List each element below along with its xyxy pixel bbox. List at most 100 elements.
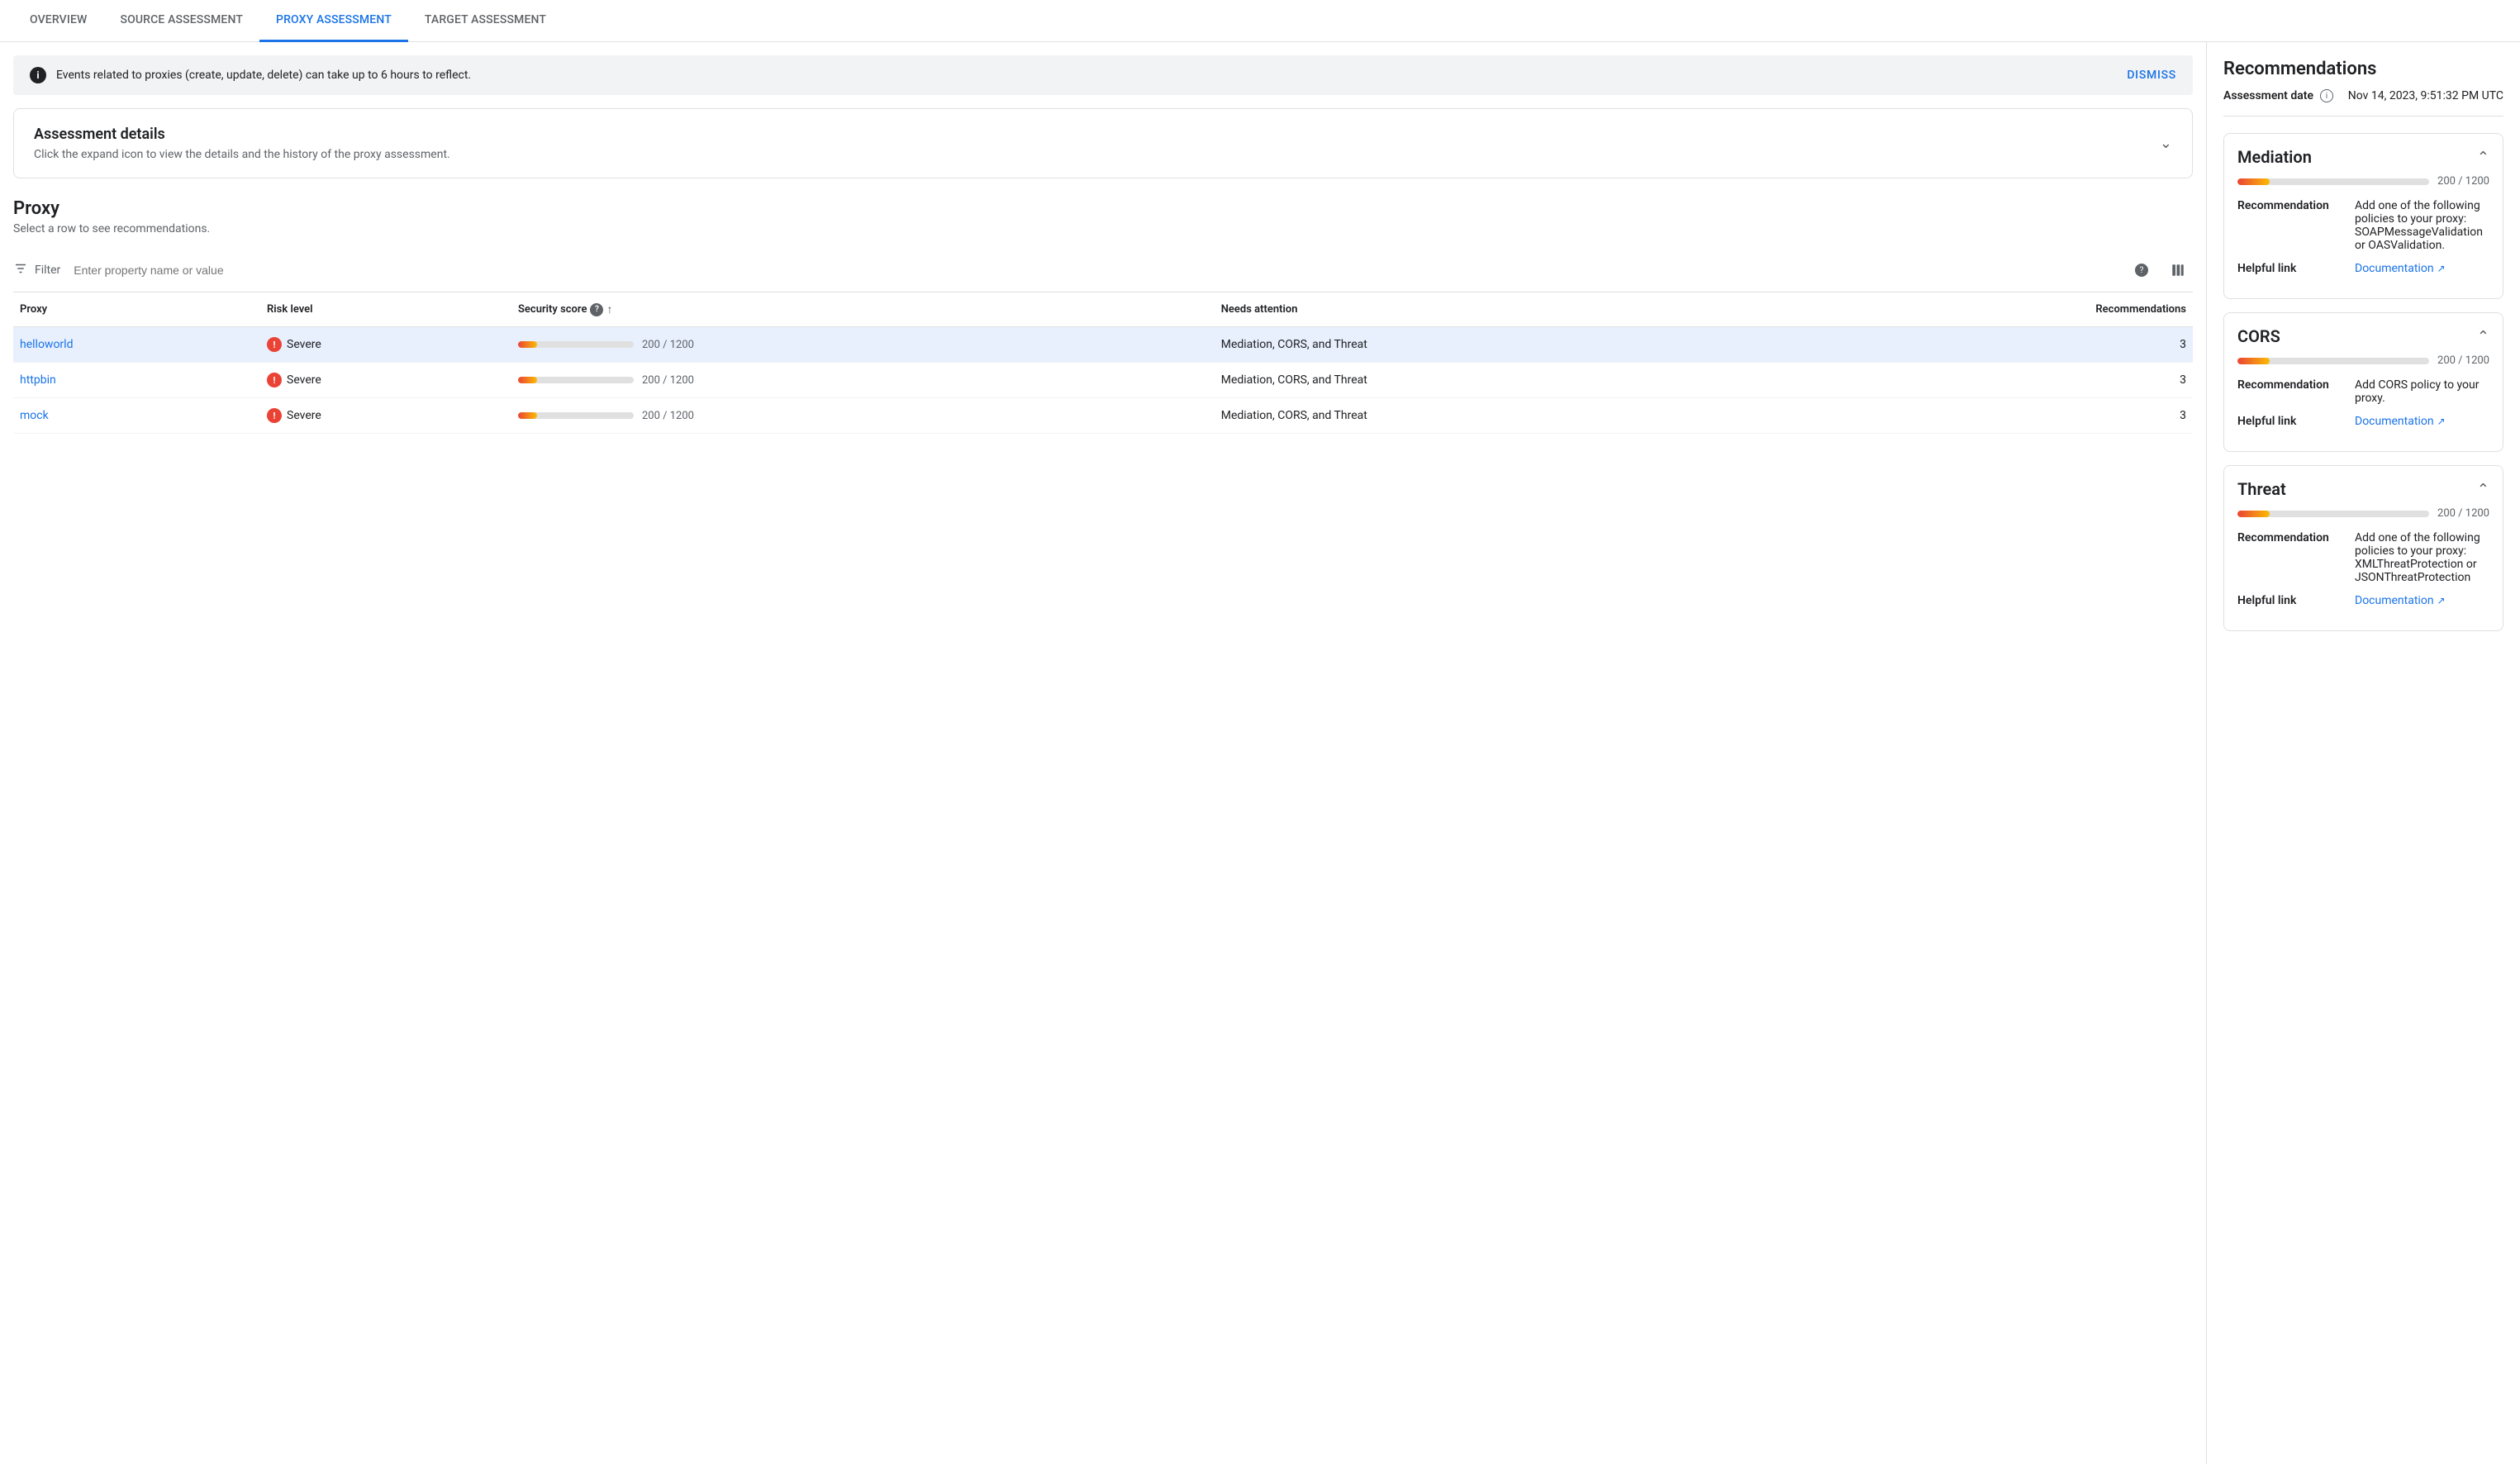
banner-text: Events related to proxies (create, updat… [56,69,2117,82]
proxy-cell: httpbin [13,363,260,398]
proxy-link[interactable]: helloworld [20,338,73,351]
col-recommendations: Recommendations [1807,292,2193,327]
filter-bar: Filter ? [13,249,2193,292]
severe-icon: ! [267,408,282,423]
assessment-date-row: Assessment date i Nov 14, 2023, 9:51:32 … [2223,89,2503,116]
assessment-date-label: Assessment date [2223,89,2313,102]
rec-recommendation-label-cors: Recommendation [2237,378,2345,405]
score-text: 200 / 1200 [642,374,694,387]
security-score-help-icon[interactable]: ? [590,303,603,316]
rec-recommendation-text-threat: Add one of the following policies to you… [2355,531,2489,584]
rec-documentation-link-cors[interactable]: Documentation ↗ [2355,415,2446,428]
risk-cell: !Severe [260,327,511,363]
score-text: 200 / 1200 [642,410,694,422]
assessment-details-subtitle: Click the expand icon to view the detail… [34,148,450,161]
rec-score-row-threat: 200 / 1200 [2237,507,2489,520]
rec-title-threat: Threat [2237,479,2286,499]
col-security-score: Security score ? ↑ [511,292,1215,327]
assessment-date-value: Nov 14, 2023, 9:51:32 PM UTC [2348,89,2503,102]
score-cell: 200 / 1200 [511,363,1215,398]
rec-documentation-link-threat[interactable]: Documentation ↗ [2355,594,2446,607]
severe-icon: ! [267,373,282,387]
tab-source-assessment[interactable]: SOURCE ASSESSMENT [103,0,259,42]
proxy-link[interactable]: httpbin [20,373,56,387]
tab-proxy-assessment[interactable]: PROXY ASSESSMENT [259,0,408,42]
proxy-section-subtitle: Select a row to see recommendations. [13,222,2193,235]
info-icon: i [30,67,46,83]
rec-score-text-mediation: 200 / 1200 [2437,175,2489,188]
rec-recommendation-row-threat: Recommendation Add one of the following … [2237,531,2489,584]
tab-target-assessment[interactable]: TARGET ASSESSMENT [408,0,563,42]
rec-documentation-link-mediation[interactable]: Documentation ↗ [2355,262,2446,275]
rec-recommendation-text-mediation: Add one of the following policies to you… [2355,199,2489,252]
rec-bar-threat [2237,511,2429,517]
severe-icon: ! [267,337,282,352]
score-bar [518,412,634,419]
rec-link-row-threat: Helpful link Documentation ↗ [2237,594,2489,607]
external-link-icon-mediation: ↗ [2437,263,2446,274]
score-cell: 200 / 1200 [511,327,1215,363]
filter-icon [13,261,28,279]
assessment-details-card: Assessment details Click the expand icon… [13,108,2193,178]
proxy-section-title: Proxy [13,198,2193,219]
rec-recommendation-row-mediation: Recommendation Add one of the following … [2237,199,2489,252]
external-link-icon-threat: ↗ [2437,595,2446,606]
needs-attention-cell: Mediation, CORS, and Threat [1215,398,1808,434]
rec-card-cors: CORS ⌃ 200 / 1200 Recommendation Add COR… [2223,312,2503,452]
dismiss-button[interactable]: DISMISS [2127,69,2176,82]
risk-cell: !Severe [260,363,511,398]
right-panel: Recommendations Assessment date i Nov 14… [2206,42,2520,1464]
tab-overview[interactable]: OVERVIEW [13,0,103,42]
collapse-icon-mediation[interactable]: ⌃ [2477,149,2489,166]
rec-bar-mediation [2237,178,2429,185]
columns-button[interactable] [2163,255,2193,285]
rec-recommendation-label-mediation: Recommendation [2237,199,2345,252]
collapse-icon-threat[interactable]: ⌃ [2477,481,2489,498]
score-cell: 200 / 1200 [511,398,1215,434]
expand-icon[interactable]: ⌄ [2160,135,2172,152]
rec-title-mediation: Mediation [2237,147,2312,167]
rec-recommendation-row-cors: Recommendation Add CORS policy to your p… [2237,378,2489,405]
proxy-cell: mock [13,398,260,434]
proxy-table: Proxy Risk level Security score ? ↑ Need… [13,292,2193,434]
rec-recommendation-text-cors: Add CORS policy to your proxy. [2355,378,2489,405]
needs-attention-cell: Mediation, CORS, and Threat [1215,327,1808,363]
sort-up-icon[interactable]: ↑ [606,302,612,316]
table-row[interactable]: mock!Severe 200 / 1200 Mediation, CORS, … [13,398,2193,434]
rec-title-cors: CORS [2237,326,2280,346]
col-needs-attention: Needs attention [1215,292,1808,327]
tab-bar: OVERVIEW SOURCE ASSESSMENT PROXY ASSESSM… [0,0,2520,42]
rec-helpful-link-label-threat: Helpful link [2237,594,2345,607]
rec-helpful-link-label-mediation: Helpful link [2237,262,2345,275]
rec-score-row-cors: 200 / 1200 [2237,354,2489,367]
rec-link-row-cors: Helpful link Documentation ↗ [2237,415,2489,428]
rec-score-row-mediation: 200 / 1200 [2237,175,2489,188]
recommendations-count-cell: 3 [1807,398,2193,434]
info-banner: i Events related to proxies (create, upd… [13,55,2193,95]
col-proxy: Proxy [13,292,260,327]
rec-helpful-link-label-cors: Helpful link [2237,415,2345,428]
assessment-date-info-icon[interactable]: i [2320,89,2333,102]
rec-link-row-mediation: Helpful link Documentation ↗ [2237,262,2489,275]
proxy-cell: helloworld [13,327,260,363]
panel-title: Recommendations [2223,59,2503,79]
filter-label: Filter [35,264,60,277]
table-row[interactable]: helloworld !Severe 200 / 1200 Mediation, … [13,327,2193,363]
table-row[interactable]: httpbin !Severe 200 / 1200 Mediation, COR… [13,363,2193,398]
external-link-icon-cors: ↗ [2437,416,2446,427]
filter-input[interactable] [74,264,2120,277]
score-bar [518,377,634,383]
rec-recommendation-label-threat: Recommendation [2237,531,2345,584]
col-risk-level: Risk level [260,292,511,327]
help-button[interactable]: ? [2127,255,2156,285]
proxy-link[interactable]: mock [20,409,49,422]
rec-card-threat: Threat ⌃ 200 / 1200 Recommendation Add o… [2223,465,2503,631]
assessment-details-title: Assessment details [34,126,450,143]
recommendations-count-cell: 3 [1807,327,2193,363]
score-bar [518,341,634,348]
needs-attention-cell: Mediation, CORS, and Threat [1215,363,1808,398]
rec-card-mediation: Mediation ⌃ 200 / 1200 Recommendation Ad… [2223,133,2503,299]
rec-score-text-threat: 200 / 1200 [2437,507,2489,520]
collapse-icon-cors[interactable]: ⌃ [2477,328,2489,345]
rec-score-text-cors: 200 / 1200 [2437,354,2489,367]
